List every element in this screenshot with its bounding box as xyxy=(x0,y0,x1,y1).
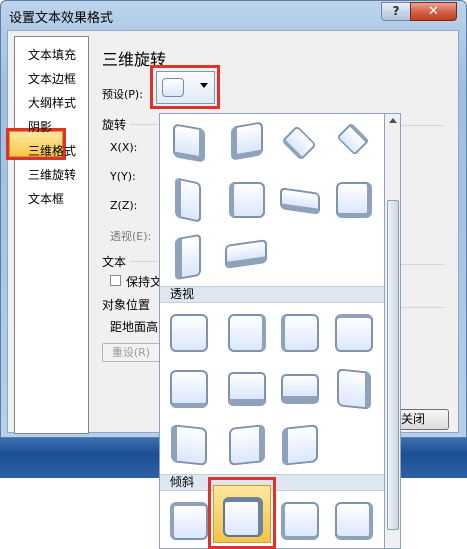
parallel-preset-7[interactable] xyxy=(276,176,322,222)
3d-shape-icon xyxy=(335,502,373,540)
parallel-preset-5[interactable] xyxy=(165,176,211,223)
perspective-label: 透视(E): xyxy=(110,230,152,243)
parallel-preset-3[interactable] xyxy=(276,120,322,166)
keep-text-flat-label: 保持文 xyxy=(126,275,163,289)
preset-label: 预设(P): xyxy=(102,88,143,101)
perspective-preset-5[interactable] xyxy=(165,364,211,410)
3d-shape-icon xyxy=(173,123,205,163)
3d-shape-icon xyxy=(282,424,318,466)
perspective-preset-8[interactable] xyxy=(330,364,376,410)
3d-shape-icon xyxy=(335,314,373,352)
parallel-preset-2[interactable] xyxy=(223,120,269,166)
perspective-preset-10[interactable] xyxy=(223,420,269,466)
nav-item-text-fill[interactable]: 文本填充 xyxy=(28,46,76,63)
keep-text-flat-checkbox[interactable] xyxy=(110,275,121,286)
dropdown-arrow-icon xyxy=(200,83,208,88)
perspective-preset-11[interactable] xyxy=(276,420,322,466)
oblique-preset-1[interactable] xyxy=(165,496,211,542)
window-title: 设置文本效果格式 xyxy=(9,11,114,26)
distance-from-ground-label: 距地面高 xyxy=(110,320,159,334)
3d-shape-icon xyxy=(175,177,201,223)
parallel-preset-8[interactable] xyxy=(330,176,376,222)
perspective-preset-2[interactable] xyxy=(223,308,269,354)
nav-item-text-outline[interactable]: 文本边框 xyxy=(28,70,76,87)
3d-shape-icon xyxy=(170,370,208,408)
preset-preview-icon xyxy=(162,78,184,97)
parallel-preset-4[interactable] xyxy=(330,120,376,166)
parallel-preset-10[interactable] xyxy=(223,232,269,278)
close-button[interactable]: 关闭 xyxy=(394,409,449,430)
nav-item-outline-style[interactable]: 大纲样式 xyxy=(28,94,76,111)
parallel-preset-9[interactable] xyxy=(165,232,211,281)
perspective-preset-9[interactable] xyxy=(165,420,211,466)
divider xyxy=(130,124,158,125)
perspective-preset-4[interactable] xyxy=(330,308,376,354)
3d-shape-icon xyxy=(228,314,266,352)
3d-shape-icon xyxy=(281,314,319,352)
nav-item-shadow[interactable]: 阴影 xyxy=(28,118,52,135)
3d-shape-icon xyxy=(336,182,372,218)
3d-shape-icon xyxy=(171,424,207,466)
3d-shape-icon xyxy=(281,374,319,404)
3d-shape-icon xyxy=(175,233,201,281)
close-window-button[interactable]: ✕ xyxy=(410,2,457,21)
object-position-group-label: 对象位置 xyxy=(102,298,151,312)
oblique-preset-highlight xyxy=(208,477,276,549)
divider xyxy=(400,264,444,265)
3d-shape-icon xyxy=(170,314,208,352)
3d-shape-icon xyxy=(280,187,320,215)
rotation-group-label: 旋转 xyxy=(102,118,127,132)
scrollbar-thumb[interactable] xyxy=(387,200,399,530)
3d-shape-icon xyxy=(229,182,265,218)
text-group-label: 文本 xyxy=(102,255,127,269)
divider xyxy=(400,125,444,126)
nav-item-3d-rotation[interactable]: 三维旋转 xyxy=(28,166,76,183)
3d-shape-icon xyxy=(281,125,317,161)
3d-shape-icon xyxy=(281,502,319,540)
x-rotation-label: X(X): xyxy=(110,141,138,154)
help-button[interactable]: ? xyxy=(381,2,411,21)
divider xyxy=(130,261,158,262)
parallel-preset-6[interactable] xyxy=(223,176,269,222)
gallery-section-perspective: 透视 xyxy=(160,286,384,303)
3d-shape-icon xyxy=(231,121,263,161)
perspective-preset-1[interactable] xyxy=(165,308,211,354)
parallel-preset-1[interactable] xyxy=(165,120,211,166)
3d-shape-icon xyxy=(170,502,208,540)
3d-shape-icon xyxy=(225,239,267,269)
3d-shape-icon xyxy=(336,122,370,156)
3d-shape-icon xyxy=(337,368,371,410)
perspective-preset-3[interactable] xyxy=(276,308,322,354)
nav-item-text-box[interactable]: 文本框 xyxy=(28,190,64,207)
perspective-preset-7[interactable] xyxy=(276,364,322,410)
scroll-up-arrow-icon[interactable] xyxy=(389,118,397,123)
reset-button[interactable]: 重设(R) xyxy=(102,343,160,362)
nav-item-3d-format[interactable]: 三维格式 xyxy=(28,142,76,159)
y-rotation-label: Y(Y): xyxy=(110,170,136,183)
oblique-preset-4[interactable] xyxy=(330,496,376,542)
3d-shape-icon xyxy=(228,372,266,406)
divider xyxy=(400,307,444,308)
oblique-preset-3[interactable] xyxy=(276,496,322,542)
z-rotation-label: Z(Z): xyxy=(110,199,138,212)
perspective-preset-6[interactable] xyxy=(223,364,269,410)
3d-shape-icon xyxy=(229,424,265,466)
